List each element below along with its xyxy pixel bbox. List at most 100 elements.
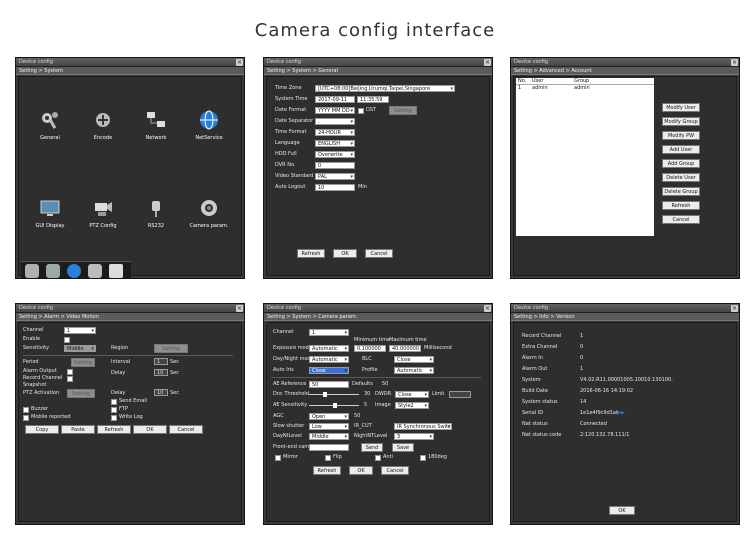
time-zone-select[interactable]: [UTC+08:00]Beijing,Urumqi,Taipei,Singapo… bbox=[315, 85, 455, 92]
180deg-checkbox[interactable] bbox=[420, 455, 426, 461]
daynt-level-select[interactable]: Middle bbox=[309, 433, 349, 440]
date-format-select[interactable]: YYYY MM DD bbox=[315, 107, 355, 114]
ok-button[interactable]: OK bbox=[133, 425, 167, 434]
shield-icon[interactable] bbox=[46, 264, 60, 278]
anti-checkbox[interactable] bbox=[375, 455, 381, 461]
save-button[interactable]: Save bbox=[392, 443, 414, 452]
region-setting-button[interactable]: Setting bbox=[154, 344, 188, 353]
day-night-mode-select[interactable]: Automatic bbox=[309, 356, 349, 363]
close-icon[interactable]: × bbox=[731, 305, 738, 312]
menu-general[interactable]: General bbox=[25, 109, 75, 141]
paste-button[interactable]: Paste bbox=[61, 425, 95, 434]
modify-pw-button[interactable]: Modify PW bbox=[662, 131, 700, 140]
close-icon[interactable]: × bbox=[484, 305, 491, 312]
record-channel-checkbox[interactable] bbox=[67, 376, 73, 382]
ptz-setting-button[interactable]: Setting bbox=[67, 389, 95, 398]
system-date-input[interactable]: 2017-09-11 bbox=[315, 96, 355, 103]
system-time-input[interactable]: 11:35:59 bbox=[357, 96, 389, 103]
nightnt-level-select[interactable]: 3 bbox=[394, 433, 434, 440]
language-select[interactable]: ENGLISH bbox=[315, 140, 355, 147]
ae-reference-input[interactable]: 50 bbox=[309, 381, 349, 388]
minimum-time-input[interactable]: 0.100000 bbox=[354, 345, 386, 352]
image-select[interactable]: Style2 bbox=[395, 402, 429, 409]
sensitivity-select[interactable]: Middle bbox=[64, 345, 96, 352]
modify-group-button[interactable]: Modify Group bbox=[662, 117, 700, 126]
auto-logout-input[interactable]: 10 bbox=[315, 184, 355, 191]
cancel-button[interactable]: Cancel bbox=[381, 466, 409, 475]
breadcrumb: Setting > Advanced > Account bbox=[511, 67, 739, 75]
limit-input[interactable] bbox=[449, 391, 471, 398]
serial-id-link[interactable]: ▶▶ bbox=[617, 410, 625, 417]
buzzer-checkbox[interactable] bbox=[23, 407, 29, 413]
refresh-button[interactable]: Refresh bbox=[662, 201, 700, 210]
cancel-button[interactable]: Cancel bbox=[662, 215, 700, 224]
delete-group-button[interactable]: Delete Group bbox=[662, 187, 700, 196]
close-icon[interactable]: × bbox=[236, 59, 243, 66]
menu-ptz-config[interactable]: PTZ Config bbox=[78, 197, 128, 229]
close-icon[interactable]: × bbox=[484, 59, 491, 66]
slider-handle[interactable] bbox=[323, 392, 327, 397]
date-separator-select[interactable]: . bbox=[315, 118, 355, 125]
refresh-button[interactable]: Refresh bbox=[97, 425, 131, 434]
ok-button[interactable]: OK bbox=[349, 466, 373, 475]
maximum-time-input[interactable]: 40.000000 bbox=[389, 345, 421, 352]
cancel-button[interactable]: Cancel bbox=[365, 249, 393, 258]
add-user-button[interactable]: Add User bbox=[662, 145, 700, 154]
dnc-threshold-slider[interactable] bbox=[309, 392, 359, 397]
auto-iris-select[interactable]: Close bbox=[309, 367, 349, 374]
tools-icon[interactable] bbox=[88, 264, 102, 278]
alarm-output-checkbox[interactable] bbox=[67, 369, 73, 375]
mobile-reported-checkbox[interactable] bbox=[23, 415, 29, 421]
ptz-delay-input[interactable]: 10 bbox=[154, 389, 168, 396]
flip-checkbox[interactable] bbox=[325, 455, 331, 461]
send-button[interactable]: Send bbox=[361, 443, 383, 452]
settings-icon[interactable] bbox=[67, 264, 81, 278]
close-icon[interactable]: × bbox=[236, 305, 243, 312]
delete-user-button[interactable]: Delete User bbox=[662, 173, 700, 182]
ftp-checkbox[interactable] bbox=[111, 407, 117, 413]
menu-gui-display[interactable]: GUI Display bbox=[25, 197, 75, 229]
send-email-checkbox[interactable] bbox=[111, 399, 117, 405]
dst-checkbox[interactable] bbox=[358, 108, 364, 114]
hdd-full-select[interactable]: Overwrite bbox=[315, 151, 355, 158]
profile-select[interactable]: Automatic bbox=[394, 367, 434, 374]
delay-input[interactable]: 10 bbox=[154, 369, 168, 376]
period-setting-button[interactable]: Setting bbox=[71, 358, 95, 367]
dwdr-select[interactable]: Close bbox=[395, 391, 429, 398]
agc-select[interactable]: Open bbox=[309, 413, 349, 420]
system-icon[interactable] bbox=[25, 264, 39, 278]
channel-select[interactable]: 1 bbox=[64, 327, 96, 334]
ok-button[interactable]: OK bbox=[609, 506, 635, 515]
interval-input[interactable]: 1 bbox=[154, 358, 168, 365]
slow-shutter-select[interactable]: Low bbox=[309, 423, 349, 430]
slider-handle[interactable] bbox=[333, 403, 337, 408]
enable-checkbox[interactable] bbox=[64, 337, 70, 343]
cancel-button[interactable]: Cancel bbox=[169, 425, 203, 434]
write-log-checkbox[interactable] bbox=[111, 415, 117, 421]
ae-sensitivity-slider[interactable] bbox=[309, 403, 359, 408]
exposure-mode-select[interactable]: Automatic bbox=[309, 345, 349, 352]
menu-netservice[interactable]: NetService bbox=[184, 109, 234, 141]
close-icon[interactable]: × bbox=[731, 59, 738, 66]
menu-rs232[interactable]: RS232 bbox=[131, 197, 181, 229]
table-row[interactable]: 1 admin admin bbox=[516, 85, 654, 92]
info-icon[interactable] bbox=[109, 264, 123, 278]
refresh-button[interactable]: Refresh bbox=[297, 249, 325, 258]
copy-button[interactable]: Copy bbox=[25, 425, 59, 434]
menu-network[interactable]: Network bbox=[131, 109, 181, 141]
refresh-button[interactable]: Refresh bbox=[313, 466, 341, 475]
ir-sync-select[interactable]: IR Synchronous Switc bbox=[394, 423, 452, 430]
menu-camera-param[interactable]: Camera param. bbox=[184, 197, 234, 229]
menu-encode[interactable]: Encode bbox=[78, 109, 128, 141]
modify-user-button[interactable]: Modify User bbox=[662, 103, 700, 112]
dst-setting-button[interactable]: Setting bbox=[389, 106, 417, 115]
channel-select[interactable]: 1 bbox=[309, 329, 349, 336]
front-end-cam-input[interactable] bbox=[309, 444, 349, 451]
add-group-button[interactable]: Add Group bbox=[662, 159, 700, 168]
blc-select[interactable]: Close bbox=[394, 356, 434, 363]
time-format-select[interactable]: 24-HOUR bbox=[315, 129, 355, 136]
video-standard-select[interactable]: PAL bbox=[315, 173, 355, 180]
mirror-checkbox[interactable] bbox=[275, 455, 281, 461]
dvr-no-input[interactable]: 0 bbox=[315, 162, 355, 169]
ok-button[interactable]: OK bbox=[333, 249, 357, 258]
